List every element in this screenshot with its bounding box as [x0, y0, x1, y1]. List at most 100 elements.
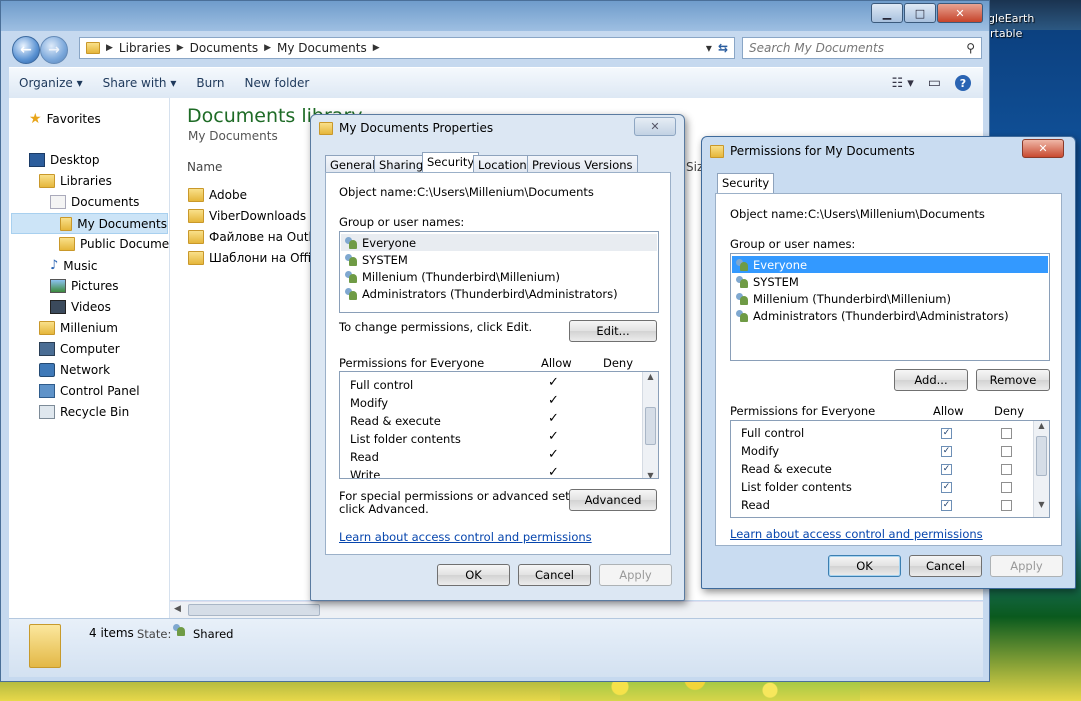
explorer-titlebar[interactable]: ▁ □ ✕: [1, 1, 989, 31]
nav-recycle-bin[interactable]: Recycle Bin: [39, 405, 129, 419]
permissions-scrollbar[interactable]: ▲ ▼: [642, 372, 658, 478]
add-button[interactable]: Add...: [894, 369, 968, 391]
minimize-button[interactable]: ▁: [871, 3, 903, 23]
tab-previous-versions[interactable]: Previous Versions: [527, 155, 638, 173]
maximize-button[interactable]: □: [904, 3, 936, 23]
breadcrumb-libraries[interactable]: Libraries: [119, 41, 171, 55]
ok-button[interactable]: OK: [828, 555, 901, 577]
ok-button[interactable]: OK: [437, 564, 510, 586]
tab-general[interactable]: General: [325, 155, 381, 173]
share-with-button[interactable]: Share with ▾: [103, 76, 177, 90]
nav-pictures[interactable]: Pictures: [50, 279, 119, 293]
help-icon[interactable]: ?: [955, 75, 971, 91]
user-row-everyone[interactable]: Everyone: [735, 256, 807, 273]
nav-videos[interactable]: Videos: [50, 300, 111, 314]
deny-read-checkbox[interactable]: [1001, 500, 1012, 511]
scroll-left-icon[interactable]: ◀: [174, 604, 181, 614]
breadcrumb-my-documents[interactable]: My Documents: [277, 41, 367, 55]
allow-full-control-checkbox[interactable]: ✓: [941, 428, 952, 439]
user-row-everyone[interactable]: Everyone: [344, 234, 416, 251]
list-item[interactable]: Файлове на Outlo: [188, 230, 319, 244]
list-item[interactable]: Шаблони на Office: [188, 251, 325, 265]
nav-millenium[interactable]: Millenium: [39, 321, 118, 335]
cancel-button[interactable]: Cancel: [909, 555, 982, 577]
nav-control-panel[interactable]: Control Panel: [39, 384, 140, 398]
address-bar[interactable]: ▶ Libraries ▶ Documents ▶ My Documents ▶…: [79, 37, 735, 59]
view-options-icon[interactable]: ☷ ▾: [891, 76, 913, 91]
folder-icon: [188, 251, 204, 265]
scroll-down-icon[interactable]: ▼: [643, 471, 658, 478]
nav-network[interactable]: Network: [39, 363, 110, 377]
list-item[interactable]: Adobe: [188, 188, 247, 202]
properties-dialog-title[interactable]: My Documents Properties: [319, 121, 493, 135]
permissions-dialog-title[interactable]: Permissions for My Documents: [710, 144, 915, 158]
scroll-down-icon[interactable]: ▼: [1034, 500, 1049, 509]
apply-button[interactable]: Apply: [599, 564, 672, 586]
deny-read-execute-checkbox[interactable]: [1001, 464, 1012, 475]
nav-my-documents[interactable]: My Documents: [11, 213, 168, 234]
nav-favorites[interactable]: ★ Favorites: [29, 111, 101, 127]
history-dropdown-icon[interactable]: ▾: [706, 41, 712, 55]
refresh-icon[interactable]: ⇆: [718, 41, 728, 55]
tab-security[interactable]: Security: [422, 152, 480, 173]
edit-button[interactable]: Edit...: [569, 320, 657, 342]
deny-modify-checkbox[interactable]: [1001, 446, 1012, 457]
folder-icon: [59, 237, 75, 251]
properties-close-button[interactable]: ✕: [634, 117, 676, 136]
user-row-system[interactable]: SYSTEM: [344, 251, 408, 268]
breadcrumb-documents[interactable]: Documents: [190, 41, 258, 55]
advanced-button[interactable]: Advanced: [569, 489, 657, 511]
tab-sharing[interactable]: Sharing: [374, 155, 429, 173]
scrollbar-thumb[interactable]: [645, 407, 656, 445]
new-folder-button[interactable]: New folder: [245, 76, 310, 90]
nav-libraries[interactable]: Libraries: [39, 174, 112, 188]
user-row-millenium[interactable]: Millenium (Thunderbird\Millenium): [735, 290, 951, 307]
nav-desktop[interactable]: Desktop: [29, 153, 100, 167]
scroll-up-icon[interactable]: ▲: [643, 372, 658, 381]
remove-button[interactable]: Remove: [976, 369, 1050, 391]
apply-button[interactable]: Apply: [990, 555, 1063, 577]
learn-access-control-link[interactable]: Learn about access control and permissio…: [730, 527, 983, 541]
desktop-icon-label-googleearth[interactable]: gleEarth: [988, 12, 1034, 25]
tab-location[interactable]: Location: [473, 155, 532, 173]
burn-button[interactable]: Burn: [196, 76, 224, 90]
horizontal-scrollbar[interactable]: ◀: [170, 601, 983, 618]
user-row-millenium[interactable]: Millenium (Thunderbird\Millenium): [344, 268, 560, 285]
close-button[interactable]: ✕: [937, 3, 983, 23]
permissions-for-label: Permissions for Everyone: [730, 404, 876, 418]
organize-button[interactable]: Organize ▾: [19, 76, 83, 90]
permissions-close-button[interactable]: ✕: [1022, 139, 1064, 158]
deny-full-control-checkbox[interactable]: [1001, 428, 1012, 439]
deny-list-folder-checkbox[interactable]: [1001, 482, 1012, 493]
search-input[interactable]: Search My Documents ⚲: [742, 37, 982, 59]
object-name-value: C:\Users\Millenium\Documents: [808, 207, 985, 221]
preview-pane-icon[interactable]: ▭: [928, 75, 941, 91]
cancel-button[interactable]: Cancel: [518, 564, 591, 586]
permissions-scrollbar[interactable]: ▲ ▼: [1033, 421, 1049, 517]
nav-computer[interactable]: Computer: [39, 342, 120, 356]
scrollbar-thumb[interactable]: [188, 604, 320, 616]
user-group-icon: [735, 309, 749, 322]
list-item[interactable]: ViberDownloads: [188, 209, 306, 223]
search-icon[interactable]: ⚲: [966, 41, 975, 55]
nav-documents[interactable]: Documents: [50, 195, 139, 209]
object-name-label: Object name:: [730, 207, 808, 221]
allow-modify-checkbox[interactable]: ✓: [941, 446, 952, 457]
learn-access-control-link[interactable]: Learn about access control and permissio…: [339, 530, 592, 544]
deny-header: Deny: [994, 404, 1025, 418]
allow-read-checkbox[interactable]: ✓: [941, 500, 952, 511]
scroll-up-icon[interactable]: ▲: [1034, 421, 1049, 430]
tab-security[interactable]: Security: [717, 173, 775, 194]
user-row-administrators[interactable]: Administrators (Thunderbird\Administrato…: [735, 307, 1009, 324]
nav-public-documents[interactable]: Public Documer: [59, 237, 174, 251]
allow-list-folder-checkbox[interactable]: ✓: [941, 482, 952, 493]
back-button[interactable]: ←: [12, 36, 40, 64]
nav-music[interactable]: ♪ Music: [50, 258, 97, 273]
allow-read-execute-checkbox[interactable]: ✓: [941, 464, 952, 475]
forward-button[interactable]: →: [40, 36, 68, 64]
user-row-administrators[interactable]: Administrators (Thunderbird\Administrato…: [344, 285, 618, 302]
desktop-icon-label-portable[interactable]: rtable: [990, 27, 1022, 40]
user-row-system[interactable]: SYSTEM: [735, 273, 799, 290]
scrollbar-thumb[interactable]: [1036, 436, 1047, 476]
column-header-name[interactable]: Name: [187, 160, 222, 174]
